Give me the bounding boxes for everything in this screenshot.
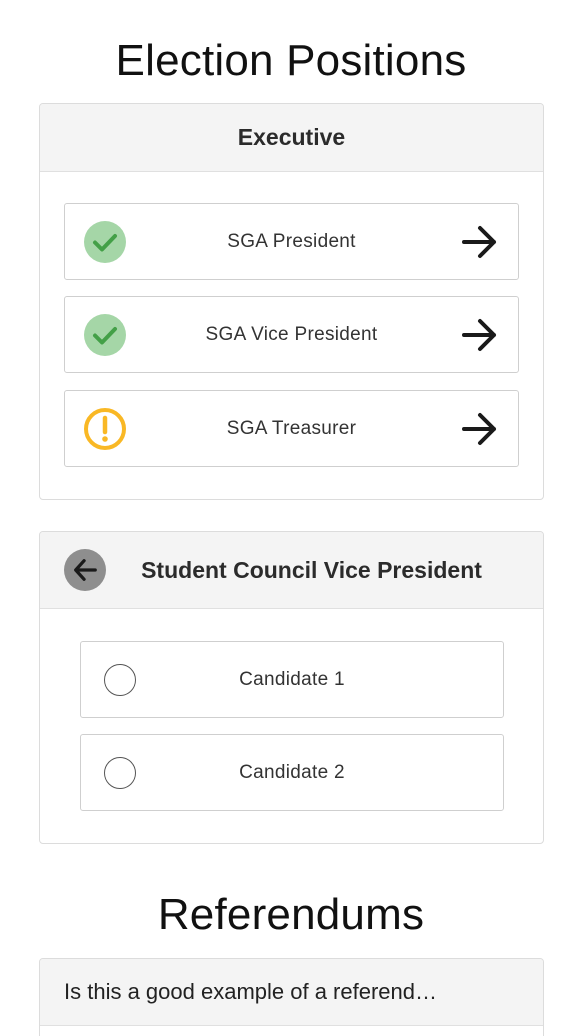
arrow-right-icon <box>462 412 496 445</box>
arrow-left-icon <box>74 559 97 581</box>
referendum-card[interactable]: Is this a good example of a referend… <box>39 958 544 1036</box>
arrow-right-icon <box>462 318 496 351</box>
council-header: Student Council Vice President <box>40 532 543 609</box>
position-item-sga-vice-president[interactable]: SGA Vice President <box>64 296 519 373</box>
arrow-right-icon <box>462 225 496 258</box>
referendums-title: Referendums <box>157 890 425 939</box>
position-item-sga-president[interactable]: SGA President <box>64 203 519 280</box>
exclamation-circle-icon <box>84 407 126 450</box>
radio-button[interactable] <box>104 663 136 696</box>
back-button[interactable] <box>64 549 106 591</box>
check-circle-icon <box>84 220 126 263</box>
executive-header: Executive <box>40 104 543 172</box>
candidate-label: Candidate 1 <box>239 668 345 690</box>
executive-card: Executive SGA President SGA Vice Preside… <box>39 103 544 500</box>
election-positions-title: Election Positions <box>115 36 467 85</box>
candidate-label: Candidate 2 <box>239 761 345 783</box>
referendum-label: Is this a good example of a referend… <box>64 979 437 1004</box>
position-label: SGA President <box>227 230 356 252</box>
radio-button[interactable] <box>104 756 136 789</box>
council-card: Student Council Vice President Candidate… <box>39 531 544 844</box>
candidate-option-2[interactable]: Candidate 2 <box>80 734 504 811</box>
referendum-header: Is this a good example of a referend… <box>40 959 543 1026</box>
position-label: SGA Treasurer <box>226 417 357 439</box>
position-item-sga-treasurer[interactable]: SGA Treasurer <box>64 390 519 467</box>
page: Election Positions Executive SGA Preside… <box>0 0 582 1036</box>
council-header-label: Student Council Vice President <box>141 556 482 583</box>
position-label: SGA Vice President <box>205 323 378 345</box>
check-circle-icon <box>84 313 126 356</box>
executive-header-label: Executive <box>237 124 346 150</box>
candidate-option-1[interactable]: Candidate 1 <box>80 641 504 718</box>
